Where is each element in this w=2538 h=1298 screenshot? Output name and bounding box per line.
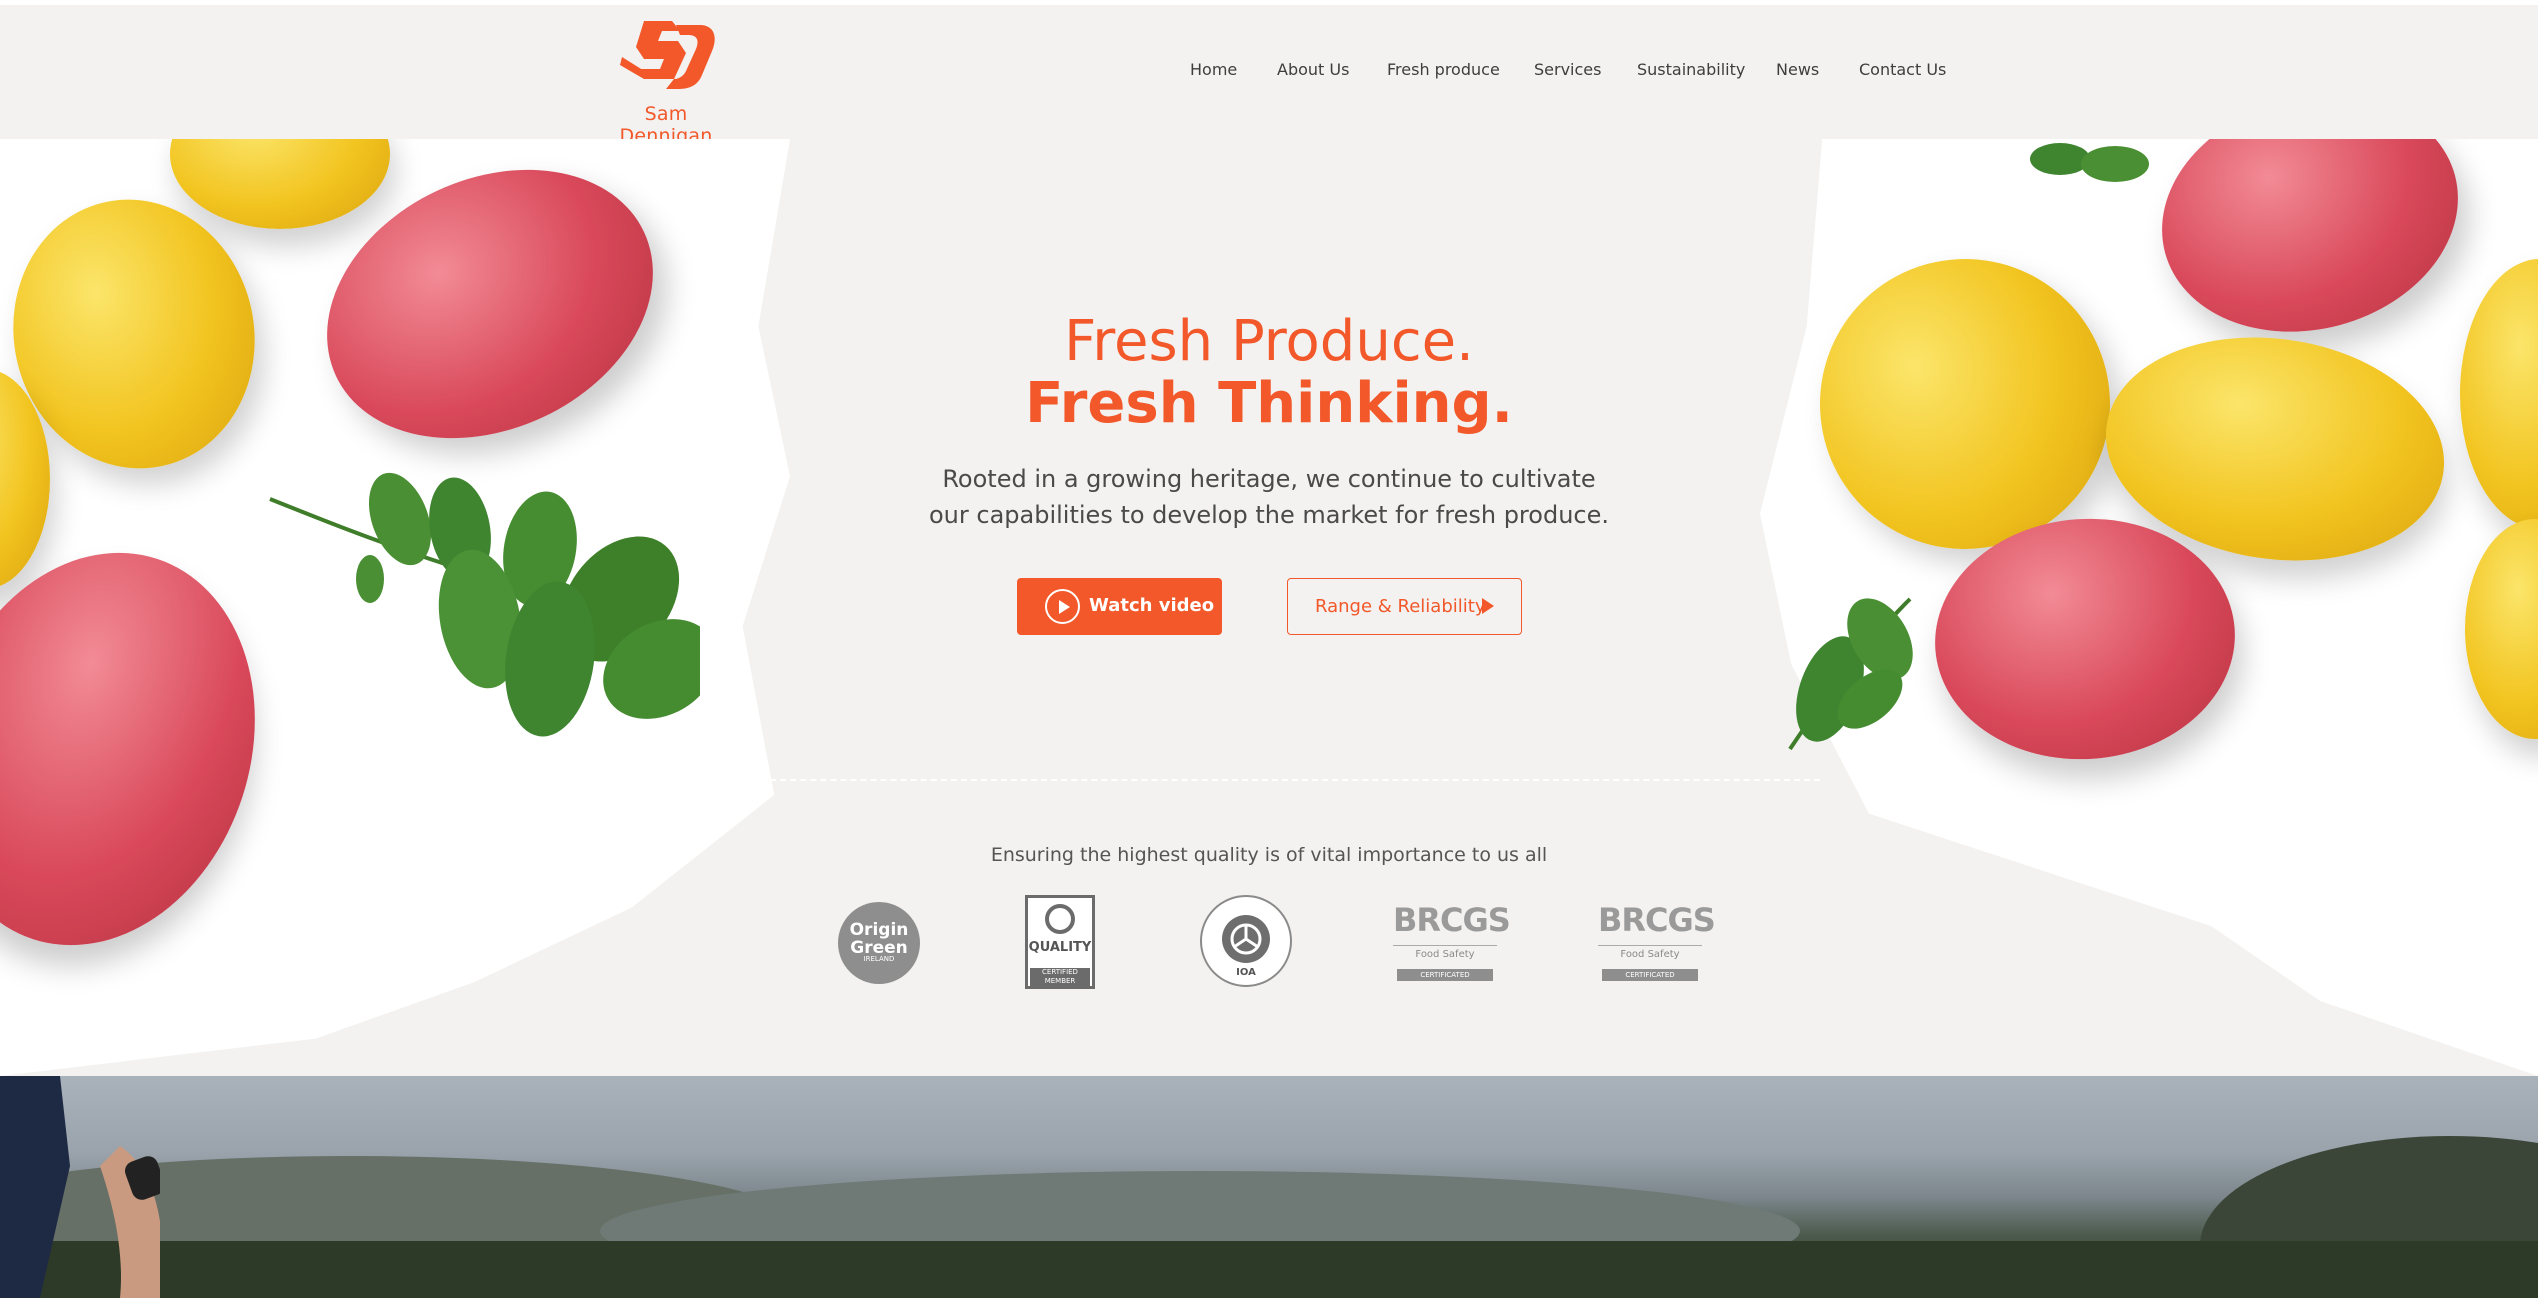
nav-home[interactable]: Home bbox=[1190, 60, 1237, 79]
quality-assured-logo: QUALITY CERTIFIED MEMBER bbox=[1025, 895, 1095, 989]
quality-assured-line2: CERTIFIED MEMBER bbox=[1030, 968, 1090, 986]
brcgs-certificated: CERTIFICATED bbox=[1602, 969, 1698, 981]
watch-video-label: Watch video bbox=[1089, 595, 1215, 616]
nav-news[interactable]: News bbox=[1776, 60, 1819, 79]
nav-contact-us[interactable]: Contact Us bbox=[1859, 60, 1946, 79]
hero-divider bbox=[720, 779, 1820, 781]
range-reliability-button[interactable]: Range & Reliability bbox=[1287, 578, 1522, 635]
origin-green-line1: Origin bbox=[849, 920, 909, 940]
play-arrow-icon bbox=[1482, 598, 1494, 614]
watch-video-button[interactable]: Watch video bbox=[1017, 578, 1222, 635]
nav-about-us[interactable]: About Us bbox=[1277, 60, 1349, 79]
hero-title-line2: Fresh Thinking. bbox=[1025, 371, 1513, 436]
main-nav: Home About Us Fresh produce Services Sus… bbox=[0, 60, 2538, 90]
site-header: Sam Dennigan Home About Us Fresh produce… bbox=[0, 0, 2538, 147]
hero-section: Fresh Produce. Fresh Thinking. Rooted in… bbox=[0, 139, 2538, 1076]
potato-leaf-image bbox=[269, 472, 700, 737]
brcgs-title: BRCGS bbox=[1393, 901, 1511, 939]
range-reliability-label: Range & Reliability bbox=[1315, 596, 1486, 617]
irish-organic-association-logo: IOA bbox=[1200, 895, 1292, 987]
hero-title-line1: Fresh Produce. bbox=[1064, 309, 1474, 374]
potato-leaf-image bbox=[2030, 143, 2149, 182]
quality-statement: Ensuring the highest quality is of vital… bbox=[990, 844, 1548, 866]
brcgs-logo: BRCGS Food Safety CERTIFICATED bbox=[1598, 901, 1716, 985]
nav-services[interactable]: Services bbox=[1534, 60, 1601, 79]
origin-green-logo: Origin Green IRELAND bbox=[838, 902, 920, 984]
brcgs-food-safety: Food Safety bbox=[1598, 945, 1702, 960]
hero-subtitle: Rooted in a growing heritage, we continu… bbox=[929, 465, 1609, 529]
ioa-label: IOA bbox=[1236, 967, 1256, 978]
treeline bbox=[0, 1241, 2538, 1298]
brcgs-certificated: CERTIFICATED bbox=[1397, 969, 1493, 981]
nav-fresh-produce[interactable]: Fresh produce bbox=[1387, 60, 1500, 79]
brcgs-logo: BRCGS Food Safety CERTIFICATED bbox=[1393, 901, 1511, 985]
quality-assured-line1: QUALITY bbox=[1028, 940, 1092, 955]
quality-q-icon bbox=[1045, 904, 1075, 934]
farm-field-photo bbox=[0, 1076, 2538, 1298]
potato-leaf-image bbox=[1788, 597, 1913, 751]
brcgs-food-safety: Food Safety bbox=[1393, 945, 1497, 960]
origin-green-line3: IRELAND bbox=[863, 955, 895, 963]
nav-sustainability[interactable]: Sustainability bbox=[1637, 60, 1745, 79]
brcgs-title: BRCGS bbox=[1598, 901, 1716, 939]
person-arm-image bbox=[0, 1076, 160, 1298]
play-icon bbox=[1045, 589, 1080, 624]
